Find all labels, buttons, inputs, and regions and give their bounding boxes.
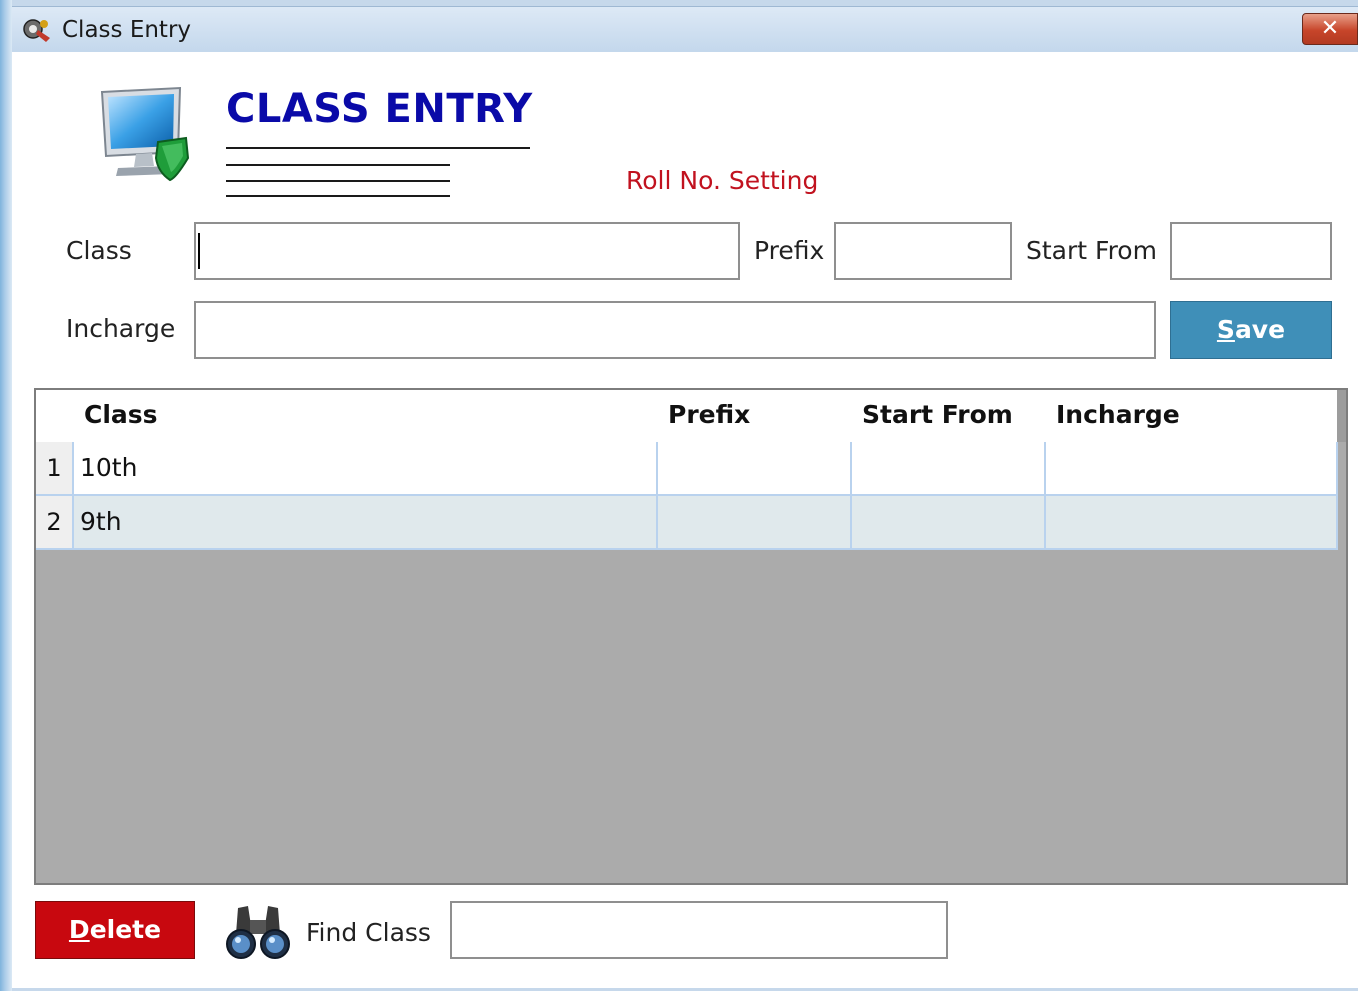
row-number: 1 <box>36 442 74 494</box>
window-left-border <box>0 0 12 991</box>
text-caret <box>198 233 200 269</box>
grid-header-row: Class Prefix Start From Incharge <box>36 390 1338 444</box>
close-button[interactable]: ✕ <box>1302 13 1358 45</box>
column-header-class[interactable]: Class <box>84 400 158 429</box>
row-number: 2 <box>36 496 74 548</box>
form-client-area: CLASS ENTRY Roll No. Setting Class Prefi… <box>12 52 1358 988</box>
column-header-incharge[interactable]: Incharge <box>1056 400 1180 429</box>
save-accesskey: S <box>1216 315 1235 344</box>
start-from-input[interactable] <box>1170 222 1332 280</box>
decorative-line <box>226 180 450 182</box>
delete-label-rest: elete <box>89 915 162 944</box>
incharge-input[interactable] <box>194 301 1156 359</box>
heading-underline <box>226 147 530 149</box>
incharge-label: Incharge <box>66 314 176 343</box>
cell-incharge[interactable] <box>1046 496 1338 548</box>
page-heading: CLASS ENTRY <box>226 86 533 132</box>
class-input[interactable] <box>194 222 740 280</box>
cell-class[interactable]: 9th <box>74 496 658 548</box>
grid-scrollbar[interactable] <box>1337 390 1346 442</box>
class-label: Class <box>66 236 132 265</box>
window-title: Class Entry <box>62 17 192 43</box>
cell-incharge[interactable] <box>1046 442 1338 494</box>
cell-class[interactable]: 10th <box>74 442 658 494</box>
class-grid[interactable]: Class Prefix Start From Incharge 1 10th … <box>34 388 1348 885</box>
monitor-shield-icon <box>100 86 190 182</box>
table-row[interactable]: 1 10th <box>36 442 1338 496</box>
decorative-line <box>226 195 450 197</box>
prefix-input[interactable] <box>834 222 1012 280</box>
table-row[interactable]: 2 9th <box>36 496 1338 550</box>
window-frame: Class Entry ✕ CLASS ENTRY Roll No. Setti… <box>0 0 1358 991</box>
start-from-label: Start From <box>1026 236 1157 265</box>
column-header-start-from[interactable]: Start From <box>862 400 1013 429</box>
find-class-label: Find Class <box>306 918 431 947</box>
cell-start-from[interactable] <box>852 442 1046 494</box>
app-logo-icon <box>23 19 50 42</box>
save-button[interactable]: Save <box>1170 301 1332 359</box>
delete-accesskey: D <box>68 915 90 944</box>
title-bar[interactable]: Class Entry ✕ <box>12 6 1358 53</box>
save-label-rest: ave <box>1234 315 1286 344</box>
delete-button[interactable]: Delete <box>35 901 195 959</box>
column-header-prefix[interactable]: Prefix <box>668 400 750 429</box>
roll-no-setting-label: Roll No. Setting <box>626 166 819 195</box>
cell-start-from[interactable] <box>852 496 1046 548</box>
cell-prefix[interactable] <box>658 496 852 548</box>
cell-prefix[interactable] <box>658 442 852 494</box>
find-class-input[interactable] <box>450 901 948 959</box>
decorative-line <box>226 164 450 166</box>
prefix-label: Prefix <box>754 236 825 265</box>
binoculars-icon[interactable] <box>224 902 292 960</box>
